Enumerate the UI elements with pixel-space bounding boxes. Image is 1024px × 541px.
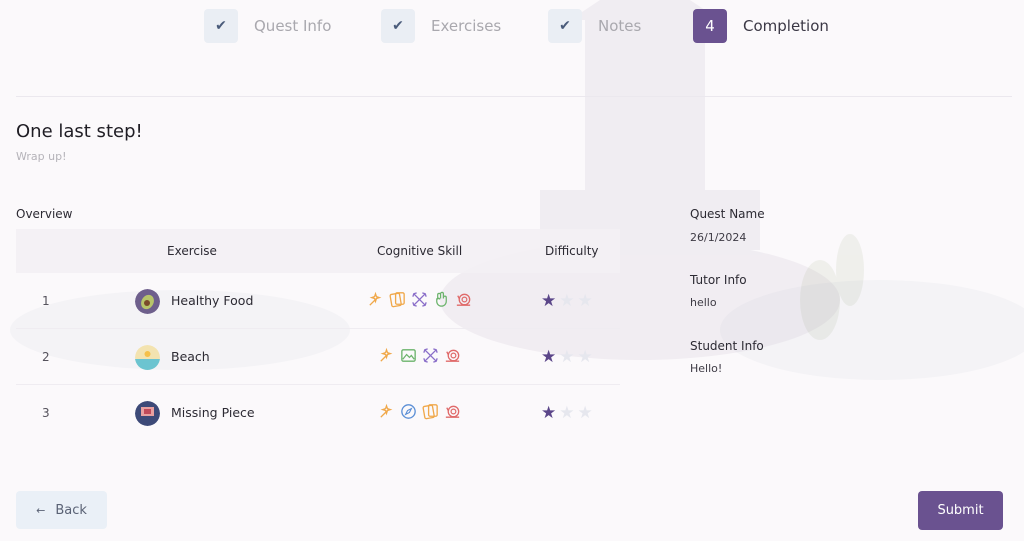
table-row: 3 Missing Piece ★ ★ ★ (16, 385, 620, 441)
exercise-name: Healthy Food (171, 293, 254, 308)
wizard-page: ✔ Quest Info ✔ Exercises ✔ Notes 4 Compl… (0, 0, 1024, 541)
table-header: Exercise Cognitive Skill Difficulty (16, 229, 620, 273)
row-index: 1 (42, 294, 50, 308)
puzzle-scene-icon (135, 401, 160, 426)
column-header-exercise: Exercise (167, 244, 217, 258)
arrow-left-icon: ← (36, 503, 46, 517)
star-empty-icon: ★ (577, 291, 593, 311)
hand-skill-icon (436, 291, 447, 307)
back-button-label: Back (55, 502, 87, 518)
cards-skill-icon (389, 292, 405, 308)
check-icon: ✔ (381, 9, 415, 43)
exercise-name: Missing Piece (171, 405, 255, 420)
difficulty-rating: ★ ★ ★ (541, 292, 593, 310)
cross-arrows-skill-icon (423, 348, 438, 363)
star-filled-icon: ★ (541, 403, 557, 423)
step-exercises[interactable]: ✔ Exercises (381, 8, 501, 44)
row-index: 3 (42, 406, 50, 420)
check-icon: ✔ (548, 9, 582, 43)
cards-skill-icon (422, 404, 438, 420)
star-empty-icon: ★ (577, 347, 593, 367)
overview-label: Overview (16, 207, 73, 221)
star-empty-icon: ★ (559, 291, 575, 311)
quest-name-value: 26/1/2024 (690, 231, 747, 244)
table-row: 2 Beach ★ ★ ★ (16, 329, 620, 385)
cross-arrows-skill-icon (412, 292, 427, 307)
page-title: One last step! (16, 121, 143, 142)
star-empty-icon: ★ (577, 403, 593, 423)
skill-icons (377, 346, 462, 365)
compass-skill-icon (401, 404, 416, 419)
tutor-info-value: hello (690, 296, 717, 309)
row-index: 2 (42, 350, 50, 364)
tutor-info-label: Tutor Info (690, 273, 747, 287)
snail-skill-icon (445, 405, 460, 418)
step-quest-info[interactable]: ✔ Quest Info (204, 8, 331, 44)
step-number: 4 (693, 9, 727, 43)
star-filled-icon: ★ (541, 291, 557, 311)
step-label: Completion (743, 17, 829, 35)
skill-icons (377, 402, 462, 421)
step-notes[interactable]: ✔ Notes (548, 8, 641, 44)
sparkle-skill-icon (369, 291, 382, 306)
difficulty-rating: ★ ★ ★ (541, 404, 593, 422)
column-header-cognitive-skill: Cognitive Skill (377, 244, 463, 258)
step-completion[interactable]: 4 Completion (693, 8, 829, 44)
submit-button[interactable]: Submit (918, 491, 1003, 530)
table-row: 1 Healthy Food ★ ★ ★ (16, 273, 620, 329)
sparkle-skill-icon (380, 347, 393, 362)
page-subtitle: Wrap up! (16, 150, 67, 163)
step-label: Notes (598, 17, 642, 35)
step-label: Exercises (431, 17, 502, 35)
beach-icon (135, 345, 160, 370)
star-empty-icon: ★ (559, 403, 575, 423)
exercise-name: Beach (171, 349, 210, 364)
snail-skill-icon (445, 349, 460, 362)
back-button[interactable]: ← Back (16, 491, 107, 529)
quest-name-label: Quest Name (690, 207, 765, 221)
star-empty-icon: ★ (559, 347, 575, 367)
student-info-value: Hello! (690, 362, 723, 375)
snail-skill-icon (456, 293, 471, 306)
overview-table: Exercise Cognitive Skill Difficulty 1 He… (16, 229, 620, 441)
student-info-label: Student Info (690, 339, 764, 353)
star-filled-icon: ★ (541, 347, 557, 367)
check-icon: ✔ (204, 9, 238, 43)
divider (16, 96, 1012, 97)
picture-skill-icon (401, 349, 416, 362)
sparkle-skill-icon (380, 403, 393, 418)
column-header-difficulty: Difficulty (545, 244, 599, 258)
skill-icons (366, 290, 473, 309)
difficulty-rating: ★ ★ ★ (541, 348, 593, 366)
avocado-icon (135, 289, 160, 314)
step-label: Quest Info (254, 17, 332, 35)
